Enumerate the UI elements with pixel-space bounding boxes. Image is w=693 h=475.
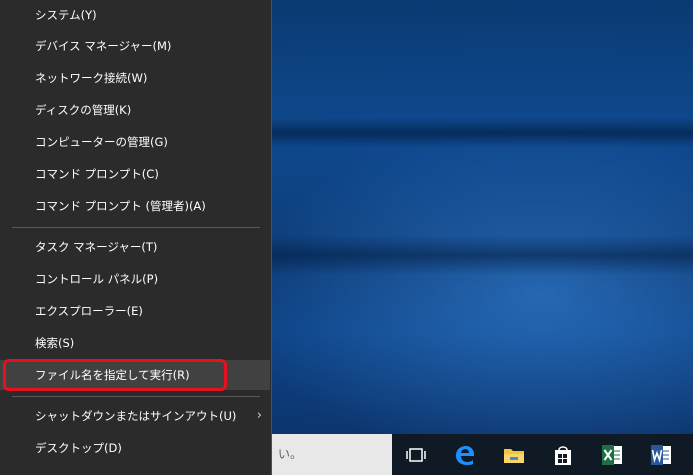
menu-item-desktop[interactable]: デスクトップ(D) — [0, 433, 270, 463]
menu-item-command-prompt[interactable]: コマンド プロンプト(C) — [0, 159, 270, 189]
menu-item-search[interactable]: 検索(S) — [0, 328, 270, 358]
menu-item-file-explorer[interactable]: エクスプローラー(E) — [0, 296, 270, 326]
menu-separator — [12, 227, 260, 228]
menu-item-disk-management[interactable]: ディスクの管理(K) — [0, 95, 270, 125]
winx-context-menu: システム(Y) デバイス マネージャー(M) ネットワーク接続(W) ディスクの… — [0, 0, 272, 475]
task-view-icon[interactable] — [392, 434, 440, 475]
menu-item-system[interactable]: システム(Y) — [0, 0, 270, 30]
store-icon[interactable] — [539, 434, 587, 475]
highlight-annotation-box — [3, 359, 227, 391]
cortana-search-box[interactable]: い。 — [272, 434, 392, 475]
menu-item-network-connections[interactable]: ネットワーク接続(W) — [0, 63, 270, 93]
menu-item-shutdown-signout[interactable]: シャットダウンまたはサインアウト(U) › — [0, 401, 270, 431]
chevron-right-icon: › — [256, 408, 262, 423]
excel-icon[interactable] — [588, 434, 636, 475]
edge-icon[interactable] — [441, 434, 489, 475]
menu-separator — [12, 396, 260, 397]
menu-item-control-panel[interactable]: コントロール パネル(P) — [0, 264, 270, 294]
menu-item-task-manager[interactable]: タスク マネージャー(T) — [0, 232, 270, 262]
wallpaper-light-beam — [270, 235, 693, 275]
file-explorer-icon[interactable] — [490, 434, 538, 475]
word-icon[interactable] — [637, 434, 685, 475]
menu-item-device-manager[interactable]: デバイス マネージャー(M) — [0, 31, 270, 61]
wallpaper-light-beam — [270, 118, 693, 148]
menu-item-command-prompt-admin[interactable]: コマンド プロンプト (管理者)(A) — [0, 191, 270, 221]
menu-item-computer-management[interactable]: コンピューターの管理(G) — [0, 127, 270, 157]
menu-item-label: シャットダウンまたはサインアウト(U) — [35, 409, 237, 423]
